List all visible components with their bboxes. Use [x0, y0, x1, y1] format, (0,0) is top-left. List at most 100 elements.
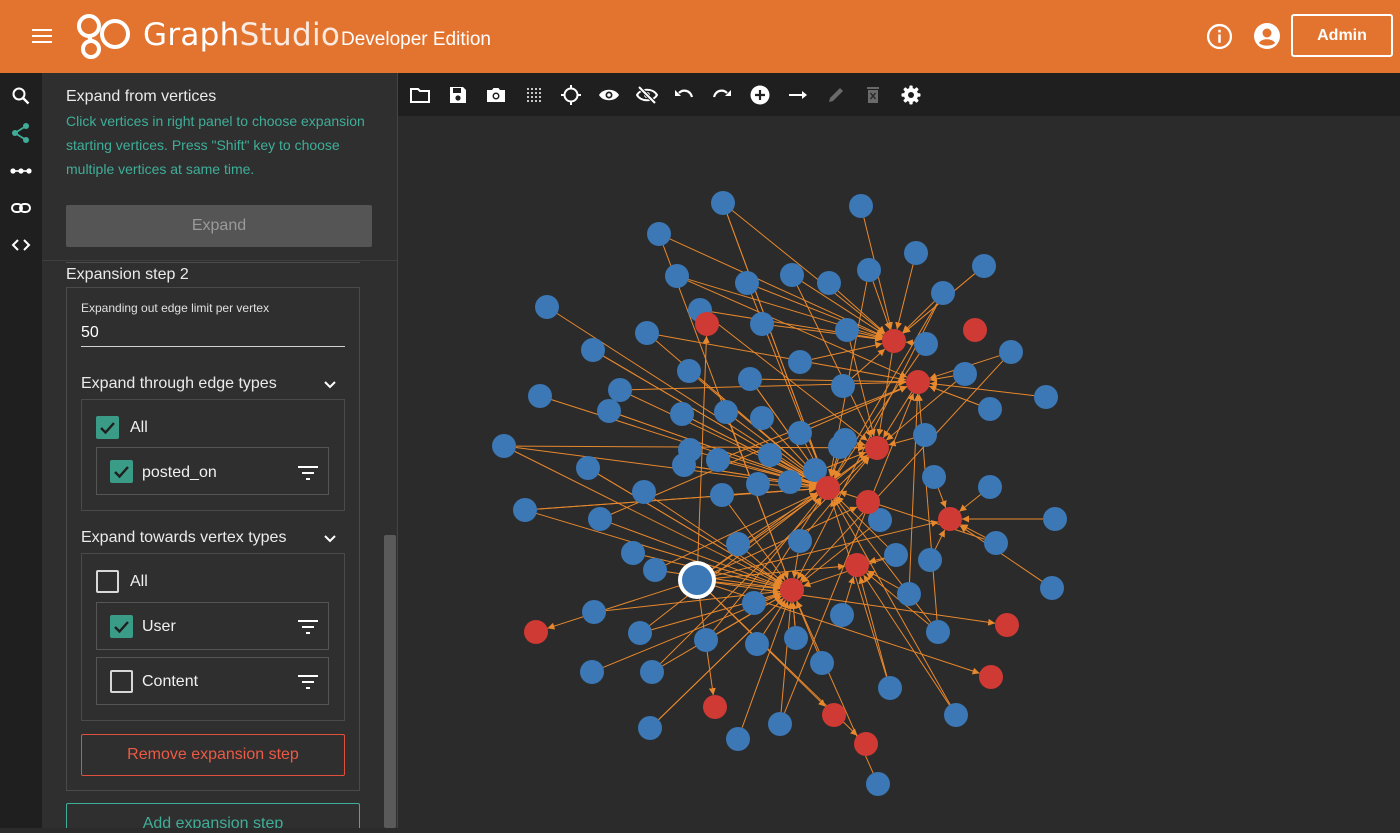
user-vertex[interactable]	[628, 621, 652, 645]
posted-on-checkbox[interactable]	[110, 460, 133, 483]
user-vertex[interactable]	[738, 367, 762, 391]
hamburger-menu-icon[interactable]	[30, 26, 54, 46]
code-icon[interactable]	[9, 233, 33, 257]
user-vertex[interactable]	[833, 428, 857, 452]
user-vertex[interactable]	[750, 406, 774, 430]
user-vertex[interactable]	[535, 295, 559, 319]
user-vertex[interactable]	[999, 340, 1023, 364]
vertex-layer[interactable]	[492, 191, 1067, 796]
user-vertex[interactable]	[576, 456, 600, 480]
content-vertex[interactable]	[882, 329, 906, 353]
user-vertex[interactable]	[904, 241, 928, 265]
link-icon[interactable]	[9, 196, 33, 220]
user-vertex[interactable]	[492, 434, 516, 458]
user-vertex[interactable]	[878, 676, 902, 700]
content-vertex[interactable]	[906, 370, 930, 394]
delete-icon[interactable]	[862, 84, 884, 106]
search-icon[interactable]	[9, 84, 33, 108]
locate-icon[interactable]	[560, 84, 582, 106]
user-vertex[interactable]	[866, 772, 890, 796]
user-vertex[interactable]	[835, 318, 859, 342]
user-vertex[interactable]	[972, 254, 996, 278]
vertex-types-title[interactable]: Expand towards vertex types	[81, 529, 286, 547]
user-vertex[interactable]	[922, 465, 946, 489]
user-vertex[interactable]	[643, 558, 667, 582]
edge-limit-input[interactable]	[81, 319, 345, 347]
edge-types-title[interactable]: Expand through edge types	[81, 375, 277, 393]
user-vertex[interactable]	[621, 541, 645, 565]
content-vertex[interactable]	[938, 507, 962, 531]
undo-icon[interactable]	[673, 84, 695, 106]
user-vertex[interactable]	[706, 448, 730, 472]
user-vertex[interactable]	[608, 378, 632, 402]
user-vertex[interactable]	[788, 421, 812, 445]
user-vertex[interactable]	[831, 374, 855, 398]
user-vertex[interactable]	[710, 483, 734, 507]
selected-user-vertex[interactable]	[682, 565, 712, 595]
user-vertex[interactable]	[918, 548, 942, 572]
user-vertex[interactable]	[758, 443, 782, 467]
user-vertex[interactable]	[944, 703, 968, 727]
settings-icon[interactable]	[900, 84, 922, 106]
content-vertex[interactable]	[703, 695, 727, 719]
user-vertex[interactable]	[830, 603, 854, 627]
user-vertex[interactable]	[788, 350, 812, 374]
user-vertex[interactable]	[897, 582, 921, 606]
add-vertex-icon[interactable]	[749, 84, 771, 106]
user-checkbox[interactable]	[110, 615, 133, 638]
content-vertex[interactable]	[780, 578, 804, 602]
user-vertex[interactable]	[582, 600, 606, 624]
chevron-down-icon[interactable]	[322, 531, 338, 547]
user-vertex[interactable]	[913, 423, 937, 447]
user-vertex[interactable]	[984, 531, 1008, 555]
user-vertex[interactable]	[581, 338, 605, 362]
user-vertex[interactable]	[784, 626, 808, 650]
user-vertex[interactable]	[714, 400, 738, 424]
user-vertex[interactable]	[588, 507, 612, 531]
save-icon[interactable]	[447, 84, 469, 106]
vertex-types-all-checkbox[interactable]	[96, 570, 119, 593]
user-vertex[interactable]	[735, 271, 759, 295]
filter-icon[interactable]	[297, 674, 319, 690]
user-vertex[interactable]	[670, 402, 694, 426]
admin-button[interactable]: Admin	[1291, 14, 1393, 57]
user-vertex[interactable]	[778, 470, 802, 494]
grid-icon[interactable]	[523, 84, 545, 106]
user-vertex[interactable]	[694, 628, 718, 652]
user-vertex[interactable]	[640, 660, 664, 684]
content-vertex[interactable]	[524, 620, 548, 644]
user-vertex[interactable]	[857, 258, 881, 282]
user-vertex[interactable]	[726, 727, 750, 751]
content-vertex[interactable]	[963, 318, 987, 342]
add-expansion-step-button[interactable]: Add expansion step	[66, 803, 360, 828]
path-icon[interactable]	[9, 159, 33, 183]
content-vertex[interactable]	[854, 732, 878, 756]
user-vertex[interactable]	[780, 263, 804, 287]
user-vertex[interactable]	[632, 480, 656, 504]
user-vertex[interactable]	[580, 660, 604, 684]
user-vertex[interactable]	[677, 359, 701, 383]
expand-button[interactable]: Expand	[66, 205, 372, 247]
content-checkbox[interactable]	[110, 670, 133, 693]
user-vertex[interactable]	[638, 716, 662, 740]
add-edge-icon[interactable]	[787, 84, 809, 106]
panel-scrollbar[interactable]	[384, 535, 396, 828]
content-vertex[interactable]	[995, 613, 1019, 637]
content-vertex[interactable]	[865, 436, 889, 460]
user-vertex[interactable]	[978, 397, 1002, 421]
user-vertex[interactable]	[746, 472, 770, 496]
user-vertex[interactable]	[678, 438, 702, 462]
edit-icon[interactable]	[825, 84, 847, 106]
user-vertex[interactable]	[849, 194, 873, 218]
filter-icon[interactable]	[297, 465, 319, 481]
folder-icon[interactable]	[409, 84, 431, 106]
camera-icon[interactable]	[485, 84, 507, 106]
user-vertex[interactable]	[953, 362, 977, 386]
graph-canvas[interactable]	[398, 116, 1400, 828]
graph-visualization[interactable]	[398, 116, 1400, 828]
user-vertex[interactable]	[931, 281, 955, 305]
content-vertex[interactable]	[822, 703, 846, 727]
user-vertex[interactable]	[513, 498, 537, 522]
redo-icon[interactable]	[711, 84, 733, 106]
user-vertex[interactable]	[884, 543, 908, 567]
